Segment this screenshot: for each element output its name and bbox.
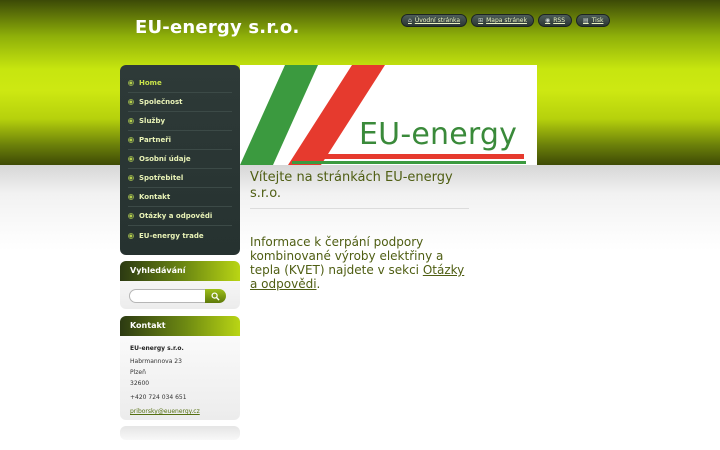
bullet-icon: ● (128, 194, 134, 200)
top-link-label: RSS (553, 17, 566, 24)
top-link-home[interactable]: ⌂ Úvodní stránka (401, 14, 468, 27)
nav-item-label: Spotřebitel (139, 174, 184, 182)
nav-item-label: Kontakt (139, 193, 171, 201)
sitemap-icon: ⊞ (478, 17, 484, 24)
info-paragraph: Informace k čerpání podpory kombinované … (250, 235, 469, 291)
nav-item-label: Partneři (139, 136, 172, 144)
contact-box: Kontakt EU-energy s.r.o. Habrmannova 23 … (120, 316, 240, 420)
nav-item-label: EU-energy trade (139, 231, 204, 240)
contact-box-title: Kontakt (120, 316, 240, 336)
info-text: Informace k čerpání podpory kombinované … (250, 235, 444, 277)
nav-item-sluzby[interactable]: ● Služby (128, 112, 232, 131)
logo-text: EU-energy (359, 117, 518, 152)
nav-item-label: Společnost (139, 98, 183, 106)
nav-item-partneri[interactable]: ● Partneři (128, 131, 232, 150)
welcome-heading: Vítejte na stránkách EU-energy s.r.o. (250, 170, 469, 209)
rss-icon: ◉ (544, 17, 551, 24)
search-form (120, 281, 240, 309)
nav-item-osobni-udaje[interactable]: ● Osobní údaje (128, 150, 232, 169)
nav-item-label: Služby (139, 117, 166, 125)
header-banner: EU-energy (240, 65, 537, 165)
top-link-print[interactable]: ▤ Tisk (576, 14, 611, 27)
nav-item-kontakt[interactable]: ● Kontakt (128, 188, 232, 207)
search-box-title: Vyhledávání (120, 261, 240, 281)
nav-item-spolecnost[interactable]: ● Společnost (128, 93, 232, 112)
nav-item-home[interactable]: ● Home (128, 74, 232, 93)
info-end: . (316, 277, 321, 291)
nav-item-otazky[interactable]: ● Otázky a odpovědi (128, 207, 232, 226)
contact-street: Habrmannova 23 (130, 358, 182, 365)
main-nav: ● Home ● Společnost ● Služby ● Partneři … (120, 65, 240, 255)
search-button[interactable] (205, 289, 226, 303)
contact-details: EU-energy s.r.o. Habrmannova 23 Plzeň 32… (120, 336, 240, 425)
top-links: ⌂ Úvodní stránka ⊞ Mapa stránek ◉ RSS ▤ … (401, 14, 611, 27)
search-input[interactable] (129, 289, 207, 303)
nav-item-label: Osobní údaje (139, 155, 191, 163)
search-box: Vyhledávání (120, 261, 240, 309)
contact-phone: +420 724 034 651 (130, 394, 187, 401)
bullet-icon: ● (128, 118, 134, 124)
contact-email-link[interactable]: priborsky@euenergy.cz (130, 406, 230, 417)
top-link-sitemap[interactable]: ⊞ Mapa stránek (471, 14, 534, 27)
bullet-icon: ● (128, 99, 134, 105)
top-link-label: Tisk (591, 17, 604, 24)
site-title[interactable]: EU-energy s.r.o. (135, 17, 299, 38)
bullet-icon: ● (128, 80, 134, 86)
nav-item-label: Otázky a odpovědi (139, 212, 213, 220)
bullet-icon: ● (128, 156, 134, 162)
search-icon (211, 291, 220, 301)
print-icon: ▤ (583, 17, 589, 24)
main-content: Vítejte na stránkách EU-energy s.r.o. In… (250, 170, 469, 291)
bullet-icon: ● (128, 175, 134, 181)
bullet-icon: ● (128, 232, 134, 239)
nav-item-spotrebitel[interactable]: ● Spotřebitel (128, 169, 232, 188)
nav-item-eu-energy-trade[interactable]: ● EU-energy trade (128, 226, 232, 245)
top-link-label: Mapa stránek (486, 17, 527, 24)
bullet-icon: ● (128, 137, 134, 143)
contact-city: Plzeň (130, 369, 146, 376)
nav-item-label: Home (139, 79, 162, 87)
contact-company: EU-energy s.r.o. (130, 345, 184, 352)
bottom-box (120, 426, 240, 440)
home-icon: ⌂ (408, 17, 412, 24)
top-link-rss[interactable]: ◉ RSS (537, 14, 573, 27)
contact-zip: 32600 (130, 380, 150, 387)
top-link-label: Úvodní stránka (414, 17, 461, 24)
bullet-icon: ● (128, 213, 134, 219)
